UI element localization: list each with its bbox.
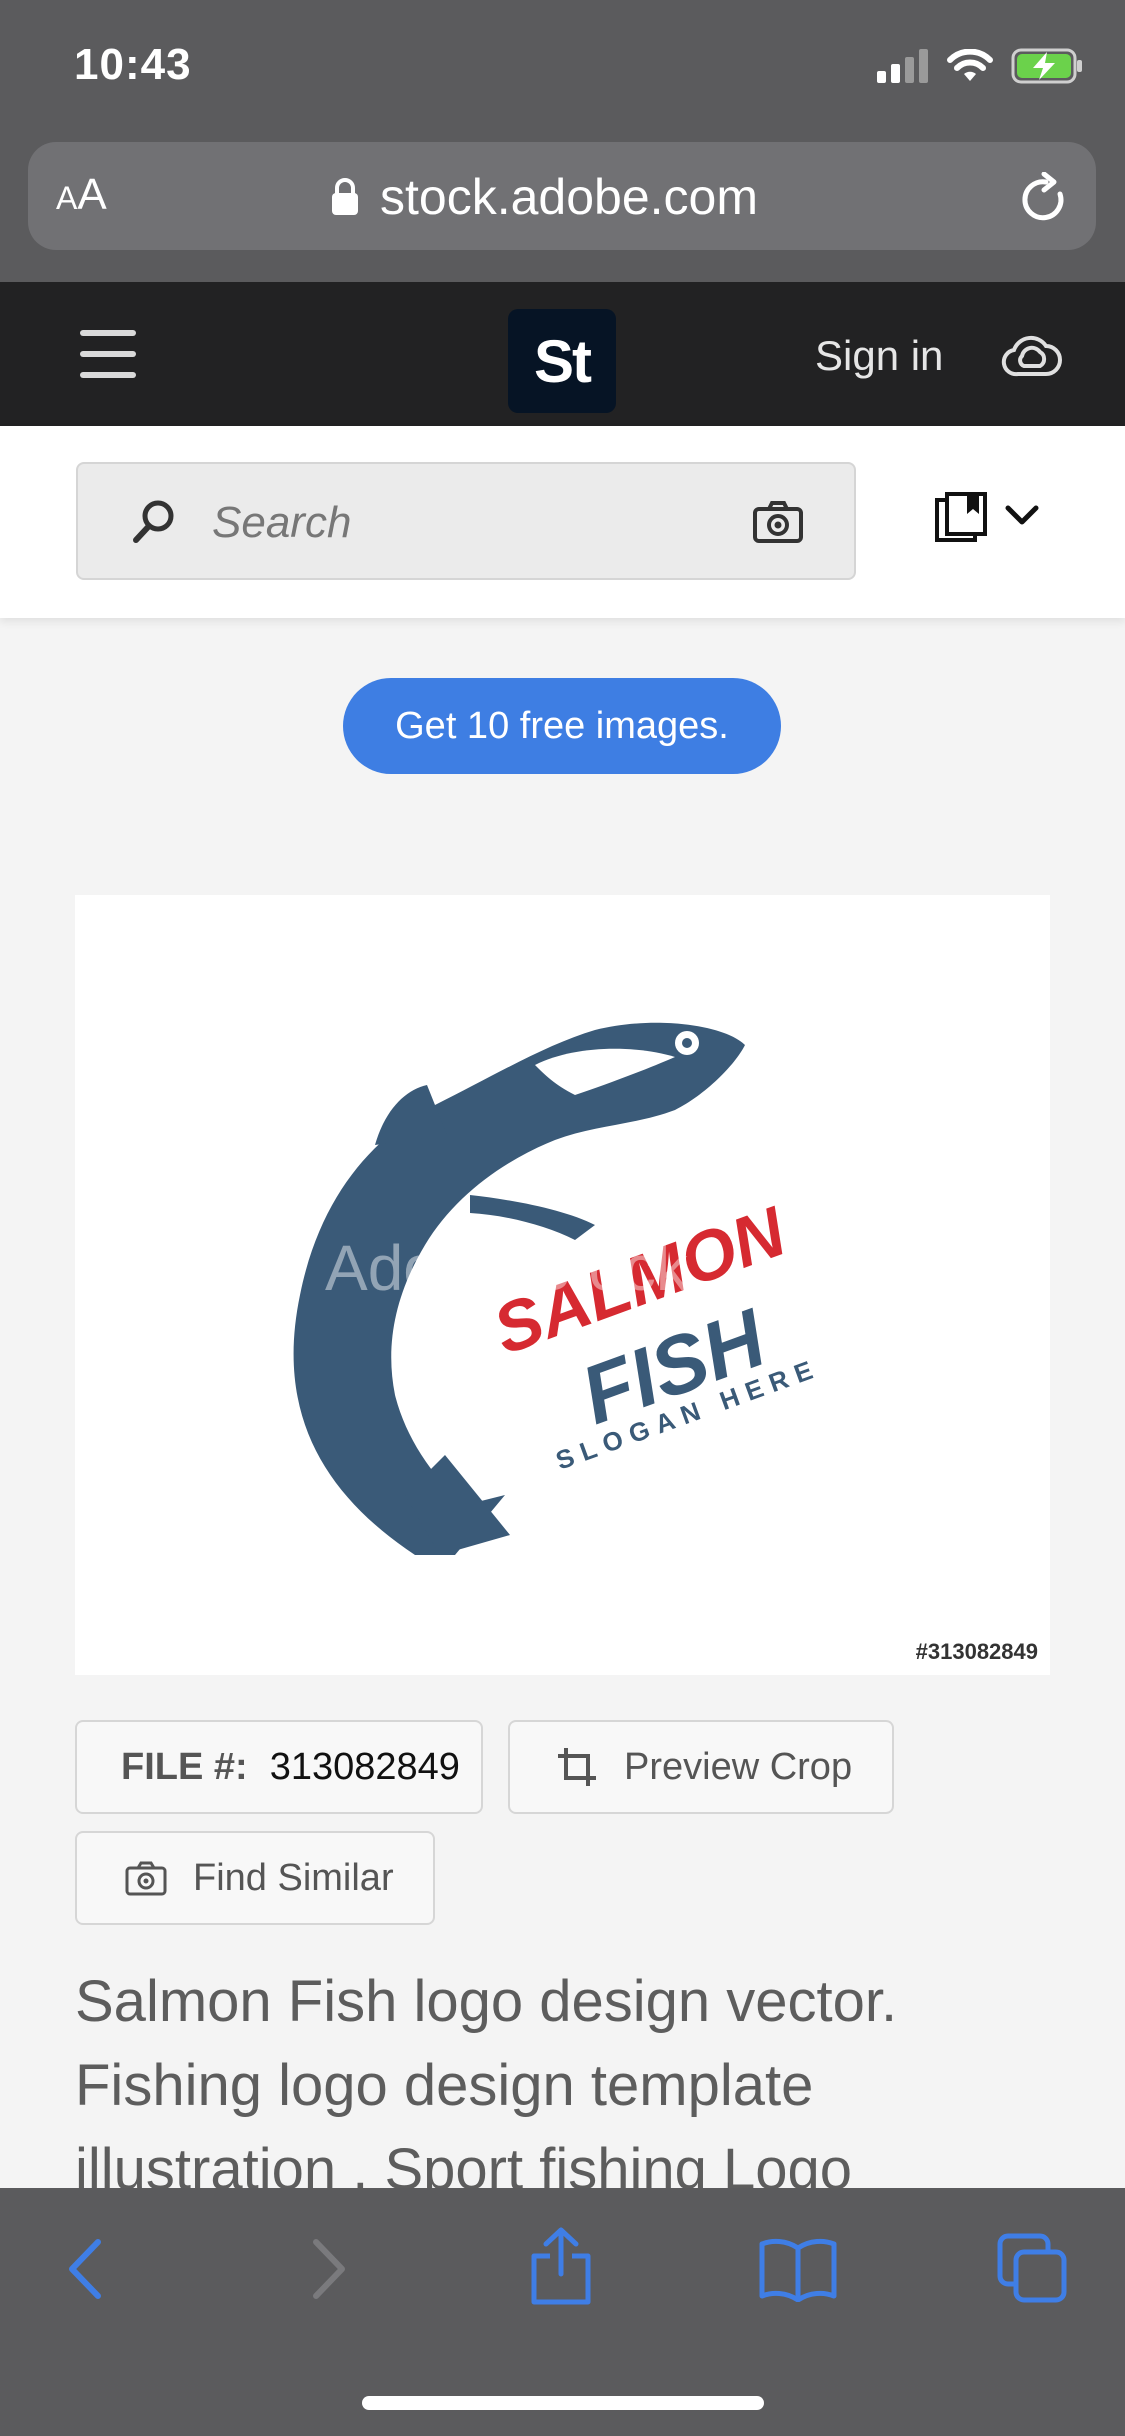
forward-icon xyxy=(313,2239,345,2299)
file-number-tag: #313082849 xyxy=(915,1639,1038,1664)
stock-image-preview[interactable]: SALMON FISH SLOGAN HERE Adobe Stock #313… xyxy=(75,895,1050,1675)
cellular-signal-icon xyxy=(877,49,928,83)
free-images-button[interactable]: Get 10 free images. xyxy=(343,678,781,774)
url-text: stock.adobe.com xyxy=(380,169,758,225)
adobe-stock-logo[interactable]: St xyxy=(508,309,616,413)
search-input[interactable] xyxy=(210,494,734,552)
file-number: 313082849 xyxy=(269,1745,460,1788)
find-similar-label: Find Similar xyxy=(193,1856,394,1899)
tabs-icon[interactable] xyxy=(996,2232,1070,2306)
sign-in-link[interactable]: Sign in xyxy=(815,332,943,380)
reader-text-size-button[interactable]: AA xyxy=(56,170,107,220)
camera-icon[interactable] xyxy=(752,500,804,544)
bookmarks-icon[interactable] xyxy=(758,2236,838,2302)
aa-large-label: A xyxy=(77,170,107,219)
home-indicator xyxy=(362,2396,764,2410)
back-icon[interactable] xyxy=(62,2234,110,2304)
hamburger-menu-icon[interactable] xyxy=(80,330,136,378)
library-icon[interactable] xyxy=(935,492,989,542)
chevron-down-icon[interactable] xyxy=(1004,502,1040,528)
camera-icon xyxy=(125,1861,167,1896)
creative-cloud-icon[interactable] xyxy=(1000,332,1064,380)
aa-small-label: A xyxy=(56,180,78,216)
share-icon[interactable] xyxy=(528,2226,594,2306)
crop-icon xyxy=(558,1748,596,1786)
preview-crop-button[interactable]: Preview Crop xyxy=(508,1720,894,1814)
status-icons xyxy=(877,48,1085,84)
status-time: 10:43 xyxy=(74,40,192,89)
url-display[interactable]: stock.adobe.com xyxy=(330,168,758,226)
reload-icon[interactable] xyxy=(1016,172,1072,228)
watermark: Adobe Stock xyxy=(325,1232,689,1304)
find-similar-button[interactable]: Find Similar xyxy=(75,1831,435,1925)
battery-charging-icon xyxy=(1011,48,1082,84)
file-number-chip: FILE #: 313082849 xyxy=(75,1720,483,1814)
search-icon xyxy=(133,500,174,543)
wifi-icon xyxy=(947,49,993,81)
image-description: Salmon Fish logo design vector. Fishing … xyxy=(75,1969,898,2202)
lock-icon xyxy=(332,178,358,215)
salmon-fish-logo-image: SALMON FISH SLOGAN HERE Adobe Stock xyxy=(293,1022,824,1555)
file-label: FILE #: xyxy=(121,1745,248,1788)
preview-crop-label: Preview Crop xyxy=(624,1745,853,1788)
